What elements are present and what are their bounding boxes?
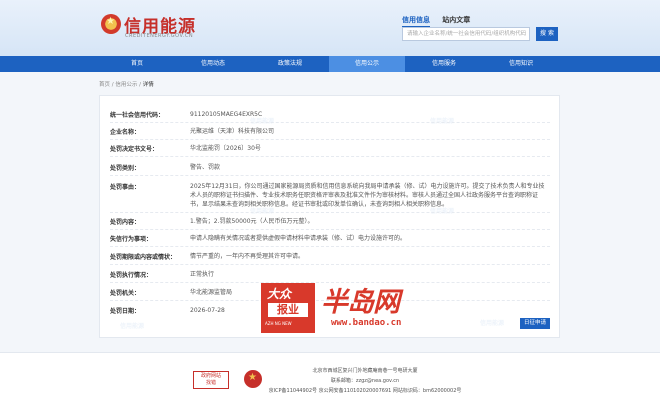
- search-tab-articles[interactable]: 站内文章: [442, 15, 470, 25]
- divider: [110, 122, 550, 123]
- detail-value: 2025年12月31日，你公司通过国家能源局资质和信用信息系统向我局申请承装（修…: [190, 183, 545, 208]
- site-logo-subtitle: CREDITENERGY.GOV.CN: [125, 33, 194, 39]
- divider: [110, 175, 550, 176]
- breadcrumb: 首页 / 信用公示 / 详情: [99, 80, 154, 88]
- site-footer: 政府网站 找错 北京市西城区复兴门外地藏庵南巷一号电研大厦 联系邮箱：zzgz@…: [0, 352, 660, 405]
- breadcrumb-separator: /: [139, 82, 141, 88]
- detail-label: 处罚内容：: [110, 219, 141, 226]
- nav-item-credit-disclosure[interactable]: 信用公示: [329, 56, 405, 72]
- detail-label: 处罚事由：: [110, 184, 141, 191]
- detail-value: 警告、罚款: [190, 164, 221, 171]
- dazhong-logo-text: 大众: [267, 287, 292, 301]
- breadcrumb-separator: /: [111, 82, 114, 88]
- nav-item-credit-knowledge[interactable]: 信用知识: [483, 56, 559, 72]
- divider: [110, 212, 550, 213]
- bandao-logo-title: 半岛网: [321, 287, 400, 318]
- detail-label: 企业名称：: [110, 129, 141, 136]
- provider-apply-button[interactable]: 日征申请: [520, 318, 550, 329]
- footer-address: 北京市西城区复兴门外地藏庵南巷一号电研大厦: [312, 368, 418, 374]
- detail-value: 申请人隐瞒有关情况或者提供虚假申请材料申请承装（修、试）电力设施许可的。: [190, 235, 407, 242]
- footer-email: 联系邮箱：zzgz@nea.gov.cn: [330, 378, 400, 384]
- breadcrumb-credit-disclosure[interactable]: 信用公示: [115, 82, 137, 88]
- search-input[interactable]: 请输入企业名称/统一社会信用代码/组织机构代码: [402, 27, 530, 41]
- detail-label: 处罚期限或内容或情状：: [110, 254, 177, 261]
- detail-value: 正常执行: [190, 271, 215, 278]
- main-nav: 首页 信用动态 政策法规 信用公示 信用服务 信用知识: [0, 56, 660, 72]
- gov-badge-line1: 政府网站: [200, 373, 221, 379]
- dazhong-baoye-logo: 大众 报业 AZH NG NEW: [261, 283, 315, 333]
- gov-badge-line2: 找错: [205, 380, 216, 386]
- baoye-logo-text: 报业: [268, 303, 308, 317]
- nav-item-credit-service[interactable]: 信用服务: [406, 56, 482, 72]
- detail-label: 处罚决定书文号：: [110, 146, 159, 153]
- detail-label: 失信行为事项：: [110, 236, 153, 243]
- divider: [110, 229, 550, 230]
- search-tab-credit[interactable]: 信用信息: [402, 15, 430, 27]
- dazhong-logo-subtext: AZH NG NEW: [265, 321, 292, 326]
- detail-value: 1.警告；2.罚款50000元（人民币伍万元整）。: [190, 218, 314, 225]
- detail-label: 统一社会信用代码：: [110, 112, 165, 119]
- divider: [110, 246, 550, 247]
- detail-value: 华北监能罚〔2026〕30号: [190, 145, 261, 152]
- gov-site-error-badge[interactable]: 政府网站 找错: [193, 371, 229, 389]
- detail-label: 处罚执行情况：: [110, 272, 153, 279]
- breadcrumb-home[interactable]: 首页: [99, 82, 110, 88]
- detail-value: 光聚运维（天津）科技有限公司: [190, 128, 275, 135]
- bandao-logo-url: www.bandao.cn: [331, 318, 402, 328]
- national-emblem-icon: [101, 14, 121, 34]
- footer-icp[interactable]: 京ICP备11044902号 京公网安备110102020007691 网站标识…: [260, 387, 470, 394]
- divider: [110, 156, 550, 157]
- search-button[interactable]: 搜 索: [536, 27, 558, 41]
- bandao-logo: 半岛网 www.bandao.cn: [321, 283, 465, 333]
- nav-item-credit-news[interactable]: 信用动态: [175, 56, 251, 72]
- watermark: 信用能源: [480, 320, 505, 327]
- nav-item-home[interactable]: 首页: [99, 56, 175, 72]
- watermark: 信用能源: [120, 323, 145, 330]
- search-tabs: 信用信息 站内文章: [402, 15, 480, 27]
- detail-value: 情节严重的，一年内不再受理其许可申请。: [190, 253, 305, 260]
- divider: [110, 139, 550, 140]
- breadcrumb-current: 详情: [142, 82, 154, 88]
- detail-label: 处罚类别：: [110, 165, 141, 172]
- divider: [110, 264, 550, 265]
- site-header: 信用能源 CREDITENERGY.GOV.CN 信用信息 站内文章 请输入企业…: [0, 0, 660, 56]
- nav-item-policy[interactable]: 政策法规: [252, 56, 328, 72]
- detail-label: 处罚日期：: [110, 308, 141, 315]
- detail-value: 91120105MAEG4EXR5C: [190, 111, 263, 118]
- detail-label: 处罚机关：: [110, 290, 141, 297]
